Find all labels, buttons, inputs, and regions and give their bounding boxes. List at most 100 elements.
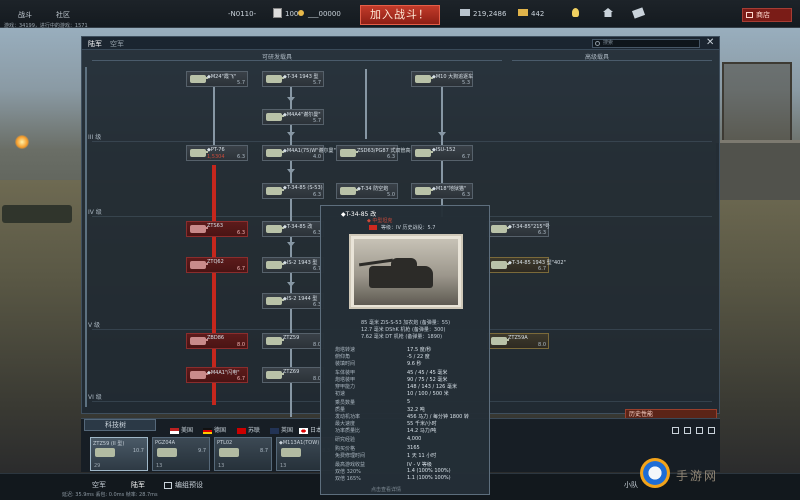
vehicle-card[interactable]: ◆M4A1(75)W"谢尔曼" 4.0: [262, 145, 336, 161]
battle-rating: 4.0: [313, 154, 321, 160]
player-name[interactable]: -N0110-: [228, 10, 256, 18]
vehicle-card[interactable]: ◆M10 大狗追逐车 5.3: [411, 71, 473, 87]
stat-label: 炮塔装甲: [335, 377, 356, 383]
nation-germany[interactable]: 德国: [203, 425, 226, 434]
tab-ground[interactable]: 陆军: [88, 39, 102, 49]
tank-icon: [219, 448, 239, 457]
stat-value: 1.1 (100% 100%): [407, 475, 451, 481]
battle-rating: 6.3: [237, 154, 245, 160]
tab-ground-bottom[interactable]: 陆军: [131, 480, 145, 490]
stat-label: 购买价格: [335, 446, 356, 452]
stat-label: 最高游戏收益: [335, 462, 366, 468]
lightbulb-icon[interactable]: [572, 8, 579, 17]
tank-icon: [415, 149, 433, 157]
vehicle-card[interactable]: ZTZ59A 8.0: [487, 333, 549, 349]
stat-value: 55 千米/小时: [407, 421, 437, 427]
battle-rating: 5.7: [313, 80, 321, 86]
stat-value: 14.2 马力/吨: [407, 428, 437, 434]
menu-battle[interactable]: 战斗: [18, 10, 32, 20]
tank-icon: [491, 261, 509, 269]
vehicle-card[interactable]: ◆T-34-85 1943 型"402" 6.7: [487, 257, 566, 273]
shop-button[interactable]: 商店: [742, 8, 792, 22]
settings-icon[interactable]: [684, 427, 691, 434]
home-icon[interactable]: [603, 8, 613, 17]
crew-slot[interactable]: PTL02 8.7 13: [214, 437, 272, 471]
stat-value: 90 / 75 / 52 毫米: [407, 377, 448, 383]
tab-air[interactable]: 空军: [110, 39, 124, 49]
vehicle-card[interactable]: ZTZ69 8.0: [262, 367, 324, 383]
stat-value: IV - V 等级: [407, 462, 432, 468]
tank-icon: [266, 371, 284, 379]
slot-vehicle-name: ZTZ59 (II 型): [93, 441, 125, 447]
tickets-icon[interactable]: [631, 7, 646, 19]
sort-icon[interactable]: [696, 427, 703, 434]
golden-eagles-icon: [518, 9, 528, 16]
tech-tree-label: 科技树: [105, 421, 126, 429]
tank-icon: [266, 225, 284, 233]
stat-label: 发动机功率: [335, 414, 361, 420]
vehicle-card[interactable]: ZTS63 6.3: [186, 221, 248, 237]
vehicle-card[interactable]: ◆M18"地狱猫" 6.3: [411, 183, 473, 199]
vehicle-card[interactable]: ◆T-34-85 (S-53) 6.3: [262, 183, 324, 199]
vehicle-name: ◆M4A1"闪电": [207, 370, 240, 376]
vehicle-card[interactable]: ◆PT-76 6.3 1,5304: [186, 145, 248, 161]
menu-icon[interactable]: [708, 427, 715, 434]
vehicle-card[interactable]: ZTQ62 6.7: [186, 257, 248, 273]
cart-icon: [746, 12, 753, 18]
crew-slot[interactable]: PGZ04A 9.7 13: [152, 437, 210, 471]
weapon-line: 7.62 毫米 DT 机枪 (备弹量：1890): [361, 334, 443, 340]
network-stats: 延迟: 35.9ms 丢包: 0.0ms 帧率: 28.7ms: [62, 492, 158, 498]
squad-label[interactable]: 小队: [624, 480, 638, 490]
vehicle-card[interactable]: ◆ISU-152 6.7: [411, 145, 473, 161]
gold-counter: 442: [531, 10, 545, 18]
rank-bar: [85, 67, 87, 407]
vehicle-card[interactable]: ◆M24"霞飞" 5.7: [186, 71, 248, 87]
vehicle-card[interactable]: ◆T-34-85 改 6.3: [262, 221, 324, 237]
tank-icon: [190, 371, 208, 379]
tooltip-subtitle: ◆ 中型坦克: [367, 218, 393, 224]
vehicle-card[interactable]: ◆M4A4"谢尔曼" 5.7: [262, 109, 324, 125]
join-battle-button[interactable]: 加入战斗！: [360, 5, 440, 25]
vehicle-name: ◆IS-2 1943 型: [283, 260, 318, 266]
nation-label: 美国: [181, 427, 194, 434]
divider: [512, 60, 712, 61]
vehicle-card[interactable]: ◆T-34-85"215"号 6.3: [487, 221, 550, 237]
search-input[interactable]: 搜索: [592, 39, 700, 48]
search-icon: [595, 41, 600, 46]
tank-icon: [266, 149, 284, 157]
menu-clan[interactable]: 社区: [56, 10, 70, 20]
vehicle-card[interactable]: ◆T-34 防空炮 5.0: [336, 183, 398, 199]
stat-value: 148 / 143 / 126 毫米: [407, 384, 457, 390]
silver-counter: 219,2486: [473, 10, 507, 18]
nation-usa[interactable]: 美国: [170, 425, 193, 434]
stat-value: 3165: [407, 445, 420, 451]
arrow-down-icon: [287, 97, 295, 102]
vehicle-card[interactable]: ◆T-34 1943 型 5.7: [262, 71, 324, 87]
close-icon[interactable]: ✕: [706, 37, 714, 48]
vehicle-card[interactable]: ◆IS-2 1943 型 6.7: [262, 257, 324, 273]
tab-air-bottom[interactable]: 空军: [92, 480, 106, 490]
vehicle-card[interactable]: ◆M4A1"闪电" 6.7: [186, 367, 248, 383]
wrench-icon[interactable]: [672, 427, 679, 434]
vehicle-card[interactable]: ZSD63/PG87 式双管高射炮 6.3: [336, 145, 420, 161]
vehicle-name: ◆T-34 1943 型: [283, 74, 319, 80]
preset-button[interactable]: 编组预设: [175, 480, 203, 490]
battle-rating: 5.7: [313, 118, 321, 124]
crew-slot[interactable]: ZTZ59 (II 型) 10.7 29: [90, 437, 148, 471]
avatar[interactable]: [273, 8, 282, 18]
vehicle-card[interactable]: ZBD86 8.0: [186, 333, 248, 349]
nation-ussr[interactable]: 苏联: [237, 425, 260, 434]
tree-line: [213, 87, 215, 147]
tech-tree-dropdown[interactable]: 科技树: [84, 419, 156, 431]
vehicle-name: ◆T-34-85"215"号: [508, 224, 550, 230]
battle-rating: 6.3: [237, 230, 245, 236]
tank-icon: [415, 75, 433, 83]
nation-uk[interactable]: 英国: [270, 425, 293, 434]
tank-icon: [190, 225, 208, 233]
crew-level: 13: [280, 463, 287, 469]
vehicle-name: ◆T-34-85 改: [283, 224, 313, 230]
vehicle-card[interactable]: ZTZ59 8.0: [262, 333, 324, 349]
tank-icon: [266, 75, 284, 83]
vehicle-card[interactable]: ◆IS-2 1944 型 6.3: [262, 293, 324, 309]
nation-japan[interactable]: 日本: [299, 425, 322, 434]
